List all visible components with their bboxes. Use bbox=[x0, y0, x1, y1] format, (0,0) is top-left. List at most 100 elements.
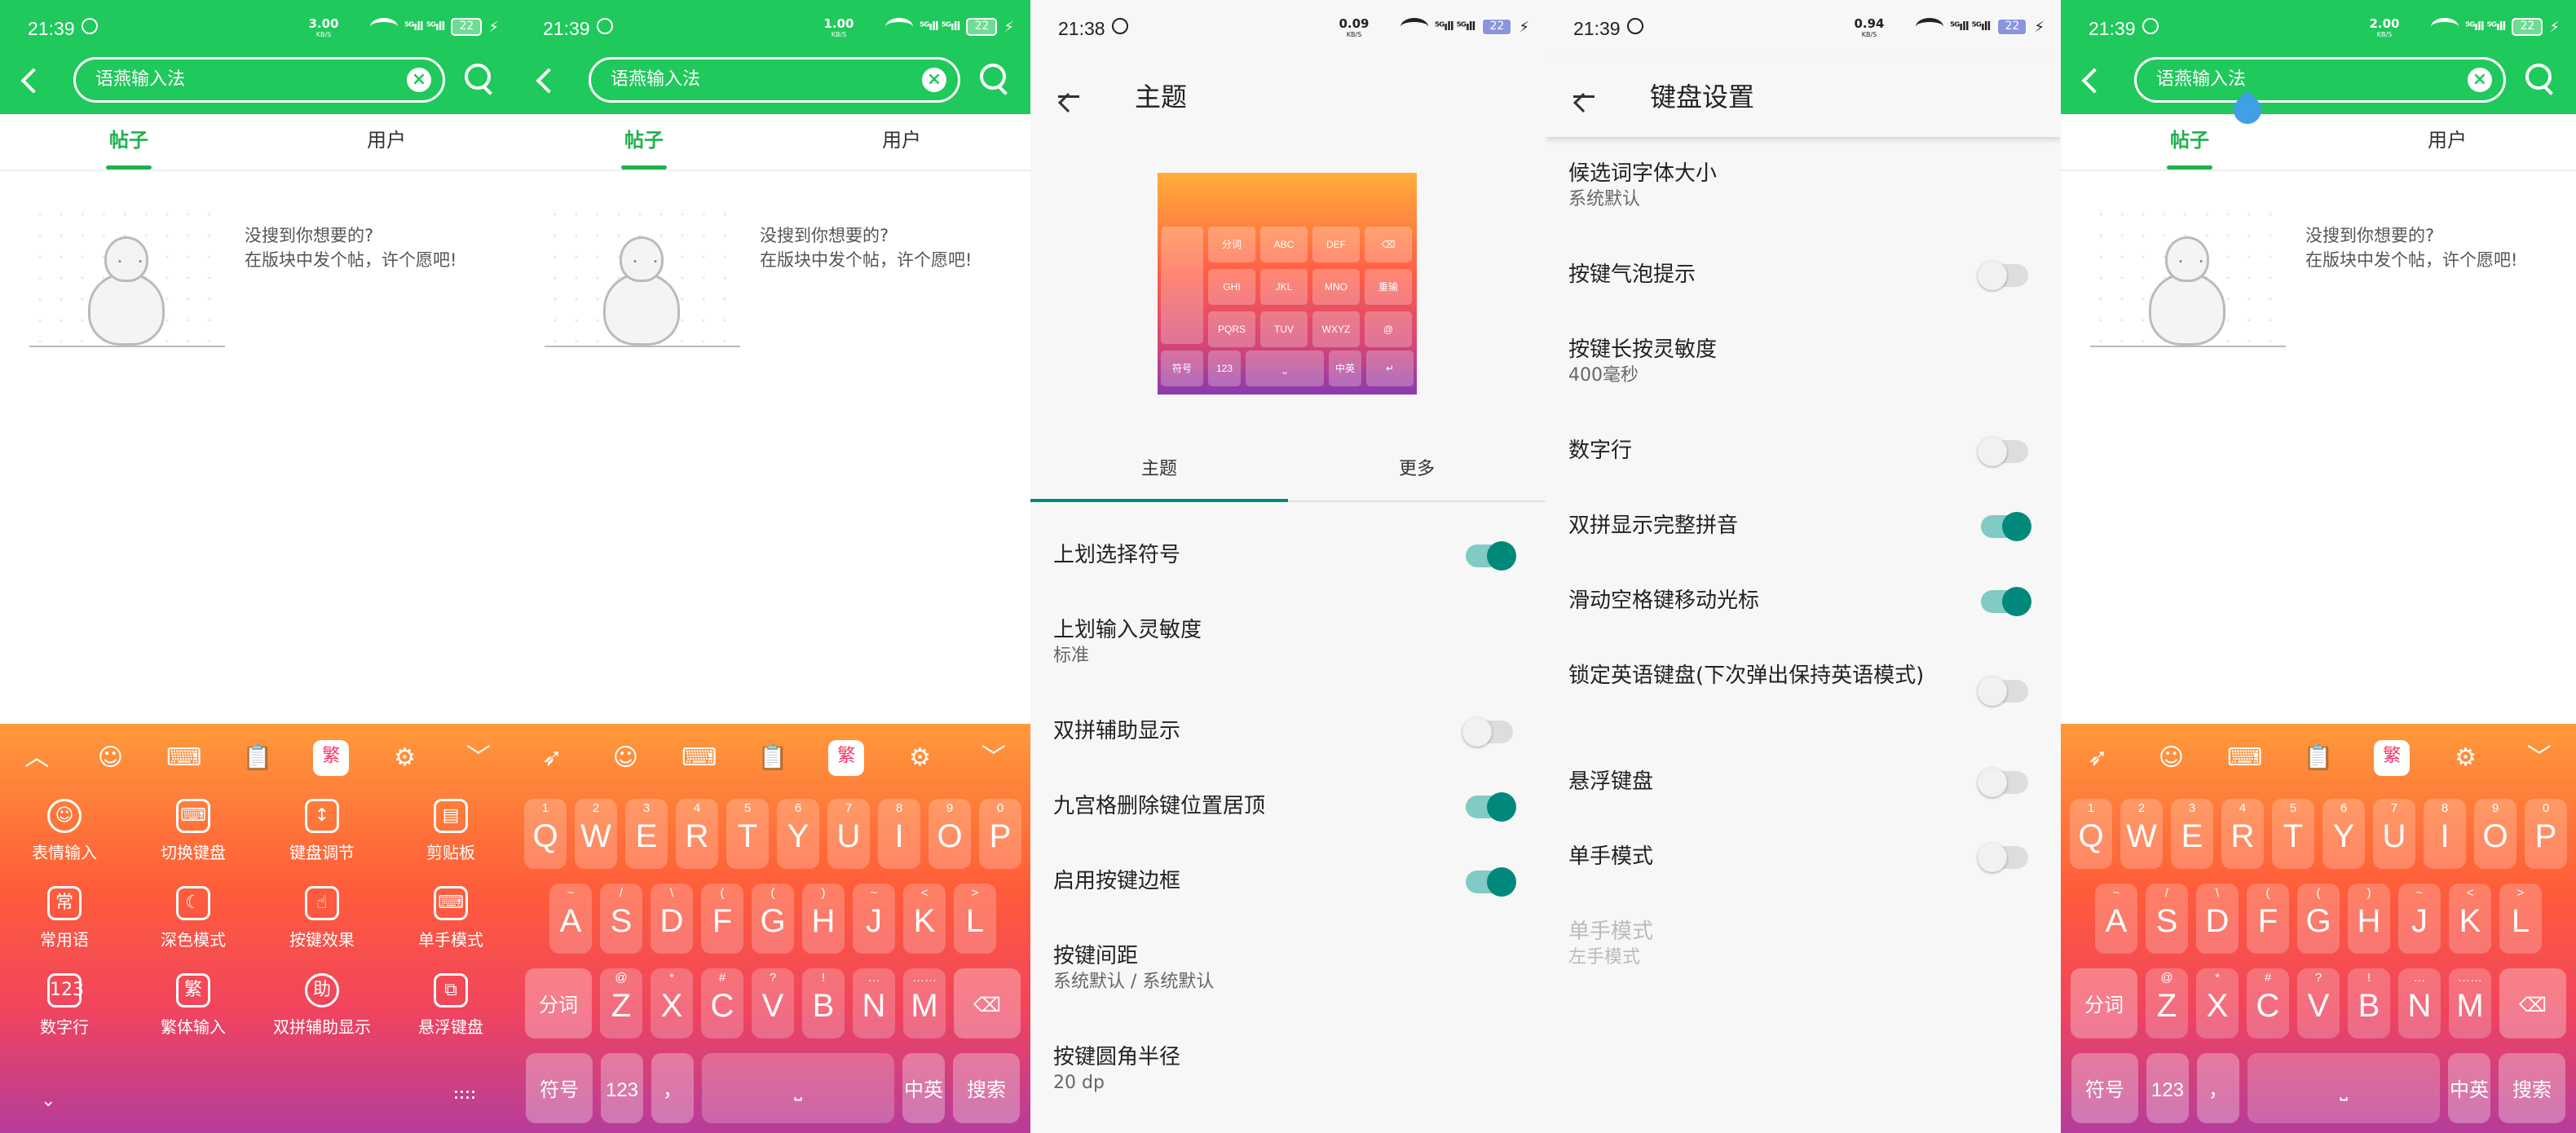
tab-users[interactable]: 用户 bbox=[258, 114, 515, 170]
swipe-icon[interactable]: ➶ bbox=[534, 740, 570, 776]
space-key[interactable]: ⎵ bbox=[2247, 1053, 2440, 1123]
symbol-key[interactable]: 符号 bbox=[526, 1053, 593, 1123]
key-f[interactable]: (F bbox=[701, 884, 743, 954]
theme-preview[interactable]: 分词 ABC DEF ⌫ GHI JKL MNO 重输 PQRS TUV WXYZ @ 符号 123 ⎵ 中英… bbox=[1158, 173, 1417, 395]
segment-key[interactable]: 分词 bbox=[525, 968, 592, 1038]
emoji-icon[interactable]: ☺ bbox=[2153, 740, 2189, 776]
search-input[interactable]: 语燕输入法 × bbox=[2134, 57, 2506, 103]
key-d[interactable]: \ D bbox=[2196, 884, 2239, 954]
clear-icon[interactable]: × bbox=[407, 68, 431, 92]
setting-row[interactable]: 按键间距 系统默认 / 系统默认 bbox=[1053, 942, 1526, 1043]
key-l[interactable]: > L bbox=[2499, 884, 2542, 954]
setting-row[interactable]: 按键气泡提示 bbox=[1568, 261, 2041, 336]
key-u[interactable]: 7U bbox=[827, 799, 870, 869]
space-key[interactable]: ⎵ bbox=[702, 1053, 894, 1123]
collapse-up-icon[interactable]: ︿ bbox=[19, 740, 55, 776]
clear-icon[interactable]: × bbox=[922, 68, 946, 92]
function-item[interactable]: 123 数字行 bbox=[0, 973, 129, 1038]
toggle-switch[interactable] bbox=[1981, 512, 2031, 541]
key-b[interactable]: ! B bbox=[2348, 968, 2390, 1038]
backspace-key[interactable]: ⌫ bbox=[954, 968, 1021, 1038]
key-k[interactable]: < K bbox=[903, 884, 946, 954]
hide-keyboard-icon[interactable]: ﹀ bbox=[461, 740, 496, 776]
setting-row[interactable]: 单手模式 bbox=[1568, 843, 2041, 918]
backspace-key[interactable]: ⌫ bbox=[2499, 968, 2566, 1038]
function-item[interactable]: 助双拼辅助显示 bbox=[258, 973, 386, 1038]
setting-row[interactable]: 数字行 bbox=[1568, 437, 2041, 512]
search-key[interactable]: 搜索 bbox=[953, 1053, 1020, 1123]
toggle-switch[interactable] bbox=[1466, 867, 1516, 897]
swipe-icon[interactable]: ➶ bbox=[2080, 740, 2115, 776]
number-key[interactable]: 123 bbox=[601, 1053, 643, 1123]
emoji-icon[interactable]: ☺ bbox=[92, 740, 128, 776]
back-button[interactable] bbox=[533, 65, 562, 95]
lang-switch-key[interactable]: 中英 bbox=[2448, 1053, 2490, 1123]
key-i[interactable]: 8I bbox=[2424, 799, 2466, 869]
clear-icon[interactable]: × bbox=[2468, 68, 2492, 92]
settings-icon[interactable]: ⚙ bbox=[902, 740, 938, 776]
clipboard-icon[interactable]: 📋 bbox=[755, 740, 791, 776]
function-item[interactable]: ⌨ 切换键盘 bbox=[129, 799, 258, 863]
setting-row[interactable]: 上划输入灵敏度 标准 bbox=[1053, 616, 1526, 717]
key-l[interactable]: > L bbox=[954, 884, 996, 954]
key-k[interactable]: < K bbox=[2449, 884, 2491, 954]
clipboard-icon[interactable]: 📋 bbox=[2300, 740, 2336, 776]
toggle-switch[interactable] bbox=[1981, 587, 2031, 616]
key-t[interactable]: 5T bbox=[2272, 799, 2314, 869]
search-button[interactable] bbox=[2524, 62, 2556, 95]
key-j[interactable]: ~ J bbox=[2398, 884, 2441, 954]
settings-icon[interactable]: ⚙ bbox=[2448, 740, 2484, 776]
function-item[interactable]: ☾ 深色模式 bbox=[129, 886, 258, 950]
key-x[interactable]: * X bbox=[651, 968, 693, 1038]
key-c[interactable]: # C bbox=[2247, 968, 2289, 1038]
key-o[interactable]: 9O bbox=[2474, 799, 2516, 869]
toggle-switch[interactable] bbox=[1462, 717, 1513, 747]
keyboard-icon[interactable]: ⌨ bbox=[681, 740, 717, 776]
setting-row[interactable]: 启用按键边框 bbox=[1053, 867, 1526, 942]
number-key[interactable]: 123 bbox=[2146, 1053, 2189, 1123]
key-s[interactable]: / S bbox=[2146, 884, 2188, 954]
key-p[interactable]: 0P bbox=[2525, 799, 2567, 869]
lang-switch-key[interactable]: 中英 bbox=[902, 1053, 945, 1123]
key-w[interactable]: 2W bbox=[575, 799, 617, 869]
search-input[interactable]: 语燕输入法 × bbox=[73, 57, 445, 103]
function-item[interactable]: ▤ 剪贴板 bbox=[386, 799, 515, 863]
key-y[interactable]: 6Y bbox=[777, 799, 819, 869]
toggle-switch[interactable] bbox=[1978, 437, 2028, 466]
function-item[interactable]: 繁繁体输入 bbox=[129, 973, 258, 1038]
key-a[interactable]: ~ A bbox=[2095, 884, 2137, 954]
traditional-icon[interactable]: 繁 bbox=[313, 740, 350, 776]
setting-row[interactable]: 九宫格删除键位置居顶 bbox=[1053, 792, 1526, 867]
drag-handle-icon[interactable] bbox=[453, 1089, 478, 1102]
keyboard-icon[interactable]: ⌨ bbox=[2227, 740, 2263, 776]
function-item[interactable]: 常常用语 bbox=[0, 886, 129, 950]
function-item[interactable]: ↕ 键盘调节 bbox=[258, 799, 386, 863]
tab-posts[interactable]: 帖子 bbox=[0, 114, 258, 170]
function-item[interactable]: ☺ 表情输入 bbox=[0, 799, 129, 863]
symbol-key[interactable]: 符号 bbox=[2071, 1053, 2138, 1123]
segment-key[interactable]: 分词 bbox=[2071, 968, 2137, 1038]
search-button[interactable] bbox=[463, 62, 496, 95]
tab-users[interactable]: 用户 bbox=[773, 114, 1030, 170]
key-r[interactable]: 4R bbox=[2221, 799, 2264, 869]
key-x[interactable]: * X bbox=[2196, 968, 2239, 1038]
key-z[interactable]: @ Z bbox=[2146, 968, 2188, 1038]
tab-theme[interactable]: 主题 bbox=[1030, 437, 1288, 502]
key-j[interactable]: ~ J bbox=[853, 884, 895, 954]
key-m[interactable]: …… M bbox=[2449, 968, 2491, 1038]
tab-users[interactable]: 用户 bbox=[2318, 114, 2576, 170]
settings-icon[interactable]: ⚙ bbox=[387, 740, 423, 776]
keyboard-icon[interactable]: ⌨ bbox=[166, 740, 202, 776]
search-input[interactable]: 语燕输入法 × bbox=[589, 57, 960, 103]
key-u[interactable]: 7U bbox=[2373, 799, 2415, 869]
key-m[interactable]: …… M bbox=[903, 968, 946, 1038]
setting-row[interactable]: 按键长按灵敏度 400毫秒 bbox=[1568, 336, 2041, 437]
tab-posts[interactable]: 帖子 bbox=[2061, 114, 2318, 170]
toggle-switch[interactable] bbox=[1466, 541, 1516, 571]
key-q[interactable]: 1Q bbox=[2070, 799, 2112, 869]
search-button[interactable] bbox=[978, 62, 1011, 95]
back-arrow-icon[interactable] bbox=[1053, 82, 1083, 111]
key-p[interactable]: 0P bbox=[979, 799, 1021, 869]
setting-row[interactable]: 按键圆角半径 20 dp bbox=[1053, 1043, 1526, 1109]
key-w[interactable]: 2W bbox=[2120, 799, 2163, 869]
